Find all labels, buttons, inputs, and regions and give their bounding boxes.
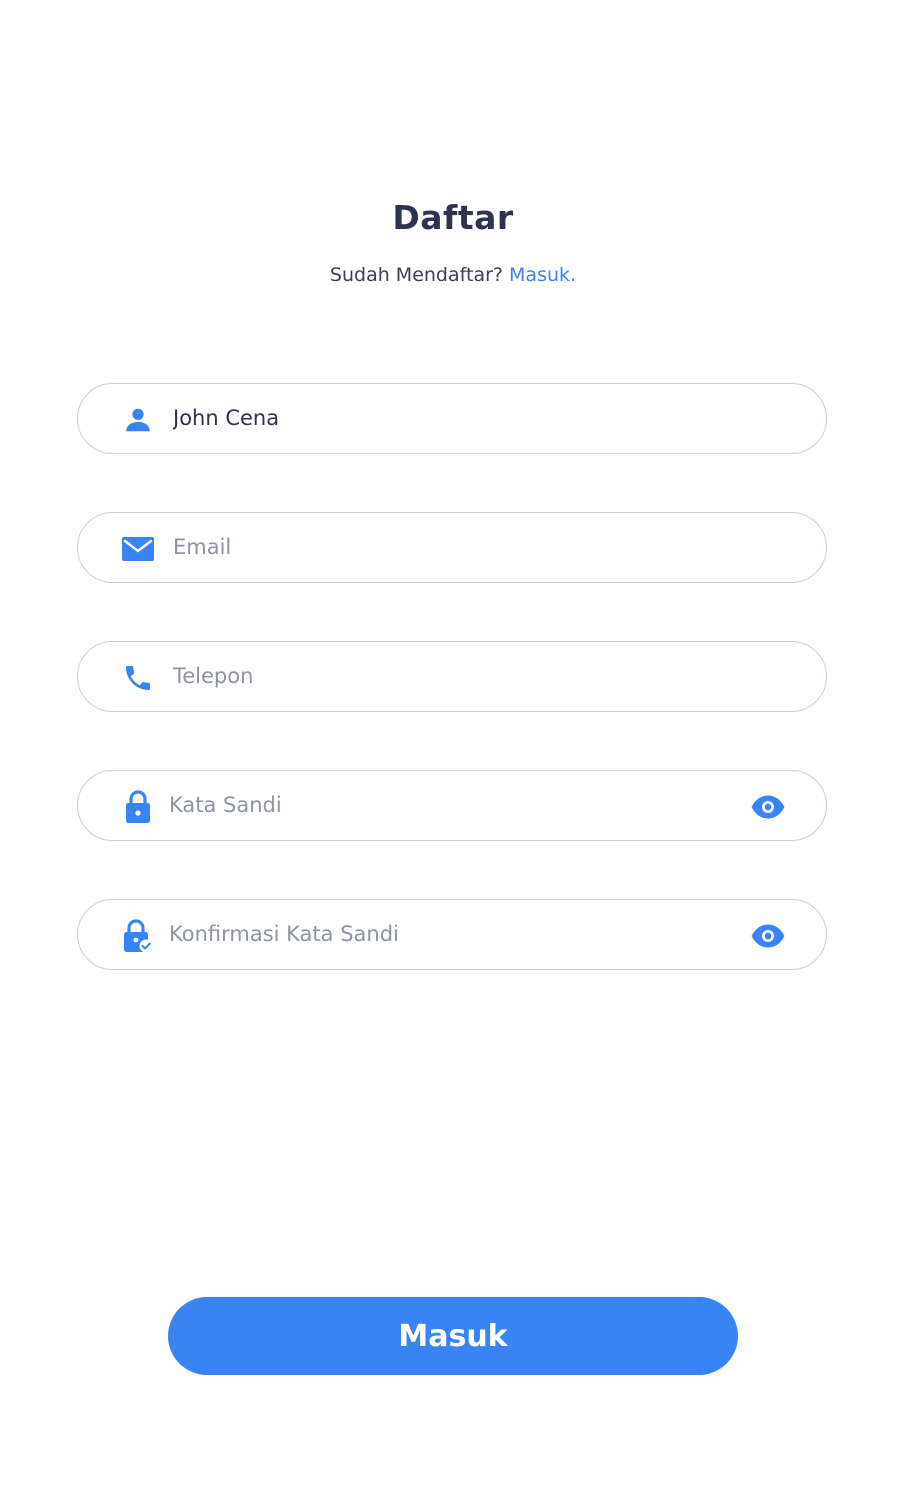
login-prompt-text: Sudah Mendaftar? [329,264,503,286]
confirm-password-field[interactable] [77,899,827,970]
eye-icon[interactable] [748,789,788,825]
page-title: Daftar [392,198,514,237]
login-link[interactable]: Masuk. [509,264,576,286]
phone-field[interactable] [77,641,827,712]
user-icon [120,402,156,438]
phone-input[interactable] [173,642,733,710]
password-input[interactable] [169,771,729,839]
phone-icon [120,660,156,696]
confirm-password-input[interactable] [169,900,729,968]
mail-icon [120,531,156,567]
email-field[interactable] [77,512,827,583]
email-input[interactable] [173,513,733,581]
eye-icon[interactable] [748,918,788,954]
login-prompt: Sudah Mendaftar? Masuk. [0,264,906,286]
password-field[interactable] [77,770,827,841]
submit-button[interactable]: Masuk [168,1297,738,1375]
name-field[interactable] [77,383,827,454]
name-input[interactable] [173,384,733,452]
lock-check-icon [120,918,156,954]
lock-icon [120,789,156,825]
